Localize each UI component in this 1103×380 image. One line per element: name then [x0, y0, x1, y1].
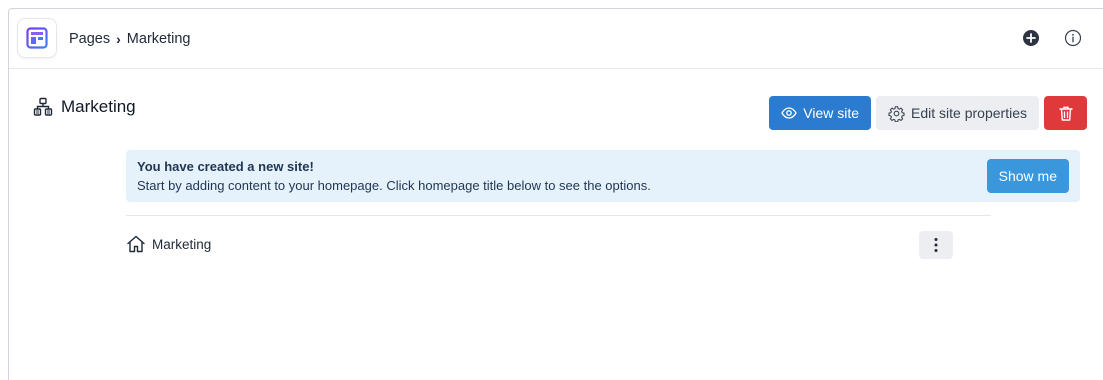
homepage-link[interactable]: Marketing: [126, 234, 211, 254]
delete-site-button[interactable]: [1044, 96, 1087, 130]
breadcrumb-pages-link[interactable]: Pages: [69, 31, 110, 47]
page-title-text: Marketing: [61, 97, 136, 116]
show-me-button[interactable]: Show me: [986, 159, 1069, 193]
breadcrumb-separator: ›: [116, 31, 121, 47]
new-site-alert: You have created a new site! Start by ad…: [126, 150, 1080, 202]
home-icon: [127, 235, 145, 253]
page-header: Marketing View site Edit site properties: [9, 69, 1103, 139]
plus-circle-icon: [1023, 30, 1039, 46]
app-window: Pages › Marketing Marketing View site Ed…: [8, 8, 1103, 380]
app-logo[interactable]: [17, 18, 57, 58]
edit-site-properties-label: Edit site properties: [911, 105, 1027, 121]
add-button[interactable]: [1021, 28, 1041, 48]
homepage-title: Marketing: [152, 236, 212, 252]
info-button[interactable]: [1063, 28, 1083, 48]
more-vertical-icon: [934, 238, 938, 252]
page-title: Marketing: [33, 97, 136, 117]
top-actions: [1021, 28, 1083, 48]
page-options-button[interactable]: [919, 231, 953, 259]
sitemap-icon: [33, 97, 53, 116]
page-tree-row: Marketing: [126, 231, 953, 259]
header-actions: View site Edit site properties: [769, 96, 1087, 130]
edit-site-properties-button[interactable]: Edit site properties: [876, 96, 1039, 130]
view-site-button[interactable]: View site: [769, 96, 872, 130]
breadcrumb: Pages › Marketing: [69, 31, 190, 47]
breadcrumb-current: Marketing: [126, 31, 191, 47]
alert-title: You have created a new site!: [137, 159, 314, 174]
pages-app-icon: [26, 27, 48, 49]
top-bar: Pages › Marketing: [9, 9, 1103, 69]
info-circle-icon: [1064, 29, 1082, 47]
trash-icon: [1058, 106, 1073, 121]
divider: [126, 215, 991, 216]
view-site-label: View site: [803, 105, 860, 121]
gear-icon: [888, 105, 905, 122]
eye-icon: [781, 107, 798, 119]
alert-message: Start by adding content to your homepage…: [137, 178, 651, 193]
